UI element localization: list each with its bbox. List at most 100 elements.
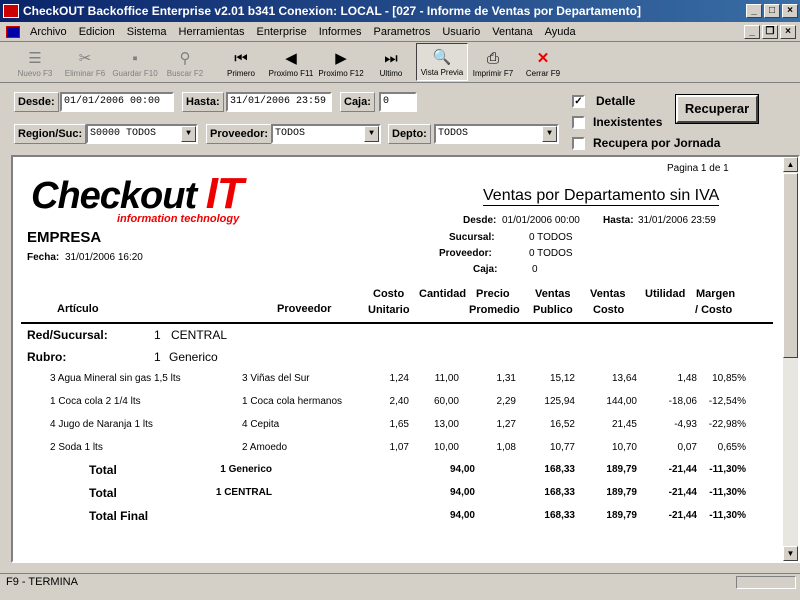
col-margen-2: / Costo — [695, 304, 733, 316]
row-margen: -22,98% — [708, 419, 746, 430]
last-icon: ⏭ — [384, 50, 398, 67]
eliminar-button[interactable]: ✂ Eliminar F6 — [60, 43, 110, 81]
total-vpub: 168,33 — [544, 510, 575, 521]
region-select[interactable]: S0000 TODOS ▼ — [86, 124, 198, 144]
menu-archivo[interactable]: Archivo — [24, 26, 73, 38]
depto-select[interactable]: TODOS ▼ — [434, 124, 559, 144]
group-sucursal-num: 1 — [154, 328, 161, 342]
col-vcos-2: Costo — [593, 304, 625, 316]
primero-button[interactable]: ⏮ Primero — [216, 43, 266, 81]
chevron-down-icon[interactable]: ▼ — [364, 126, 379, 142]
row-proveedor: 1 Coca cola hermanos — [242, 396, 343, 407]
prev-icon: ◀ — [285, 50, 297, 67]
caja-report-label: Caja: — [473, 264, 498, 275]
scroll-thumb[interactable] — [783, 173, 798, 358]
first-icon: ⏮ — [234, 50, 248, 67]
proximo-f12-button[interactable]: ▶ Proximo F12 — [316, 43, 366, 81]
buscar-button[interactable]: ⚲ Buscar F2 — [160, 43, 210, 81]
window-title: CheckOUT Backoffice Enterprise v2.01 b34… — [23, 4, 641, 18]
cerrar-button[interactable]: ✕ Cerrar F9 — [518, 43, 568, 81]
row-vcos: 13,64 — [611, 373, 637, 384]
menu-parametros[interactable]: Parametros — [367, 26, 436, 38]
row-vcos: 10,70 — [611, 442, 637, 453]
recuperar-button[interactable]: Recuperar — [675, 94, 759, 124]
mdi-child-icon[interactable] — [6, 25, 20, 38]
menu-herramientas[interactable]: Herramientas — [173, 26, 251, 38]
chevron-down-icon[interactable]: ▼ — [542, 126, 557, 142]
col-precio-1: Precio — [476, 288, 510, 300]
menu-enterprise[interactable]: Enterprise — [251, 26, 313, 38]
imprimir-button[interactable]: ⎙ Imprimir F7 — [468, 43, 518, 81]
total-margen: -11,30% — [709, 464, 746, 475]
detalle-checkbox[interactable]: ✓ Detalle — [572, 94, 635, 108]
total-label: Total — [89, 463, 117, 477]
nuevo-button[interactable]: ☰ Nuevo F3 — [10, 43, 60, 81]
vertical-scrollbar[interactable]: ▲ ▼ — [783, 157, 798, 561]
new-icon: ☰ — [28, 50, 42, 67]
status-text: F9 - TERMINA — [6, 576, 78, 588]
ultimo-button[interactable]: ⏭ Ultimo — [366, 43, 416, 81]
row-cantidad: 10,00 — [433, 442, 459, 453]
group-sucursal-name: CENTRAL — [171, 328, 228, 342]
row-vcos: 144,00 — [606, 396, 637, 407]
inexistentes-checkbox[interactable]: Inexistentes — [572, 115, 662, 129]
menu-informes[interactable]: Informes — [313, 26, 368, 38]
report-title: Ventas por Departamento sin IVA — [483, 187, 720, 206]
total-margen: -11,30% — [709, 510, 746, 521]
child-restore-button[interactable]: ❐ — [762, 24, 778, 39]
chevron-down-icon[interactable]: ▼ — [181, 126, 196, 142]
preview-icon: 🔍 — [432, 49, 452, 66]
total-vcos: 189,79 — [606, 487, 637, 498]
fecha-value: 31/01/2006 16:20 — [65, 252, 143, 263]
caja-input[interactable]: 0 — [379, 92, 417, 112]
hasta-report-value: 31/01/2006 23:59 — [638, 215, 716, 226]
row-vpub: 125,94 — [544, 396, 575, 407]
hasta-input[interactable]: 31/01/2006 23:59 — [226, 92, 332, 112]
row-articulo: 2 Soda 1 lts — [50, 442, 103, 453]
child-close-button[interactable]: × — [780, 24, 796, 39]
total-name: 1 Generico — [220, 464, 272, 475]
menu-sistema[interactable]: Sistema — [121, 26, 173, 38]
empresa-name: EMPRESA — [27, 229, 102, 246]
col-proveedor: Proveedor — [277, 303, 332, 315]
row-margen: -12,54% — [708, 396, 746, 407]
sucursal-report-label: Sucursal: — [449, 232, 495, 243]
minimize-button[interactable]: _ — [746, 4, 762, 18]
menu-usuario[interactable]: Usuario — [436, 26, 486, 38]
fecha-label: Fecha: — [27, 252, 60, 263]
proveedor-report-value: 0 TODOS — [529, 248, 573, 259]
row-cantidad: 60,00 — [433, 396, 459, 407]
proveedor-label: Proveedor: — [206, 124, 273, 144]
total-vpub: 168,33 — [544, 464, 575, 475]
search-icon: ⚲ — [179, 50, 191, 67]
maximize-button[interactable]: □ — [764, 4, 780, 18]
row-margen: 10,85% — [712, 373, 746, 384]
check-icon[interactable]: ✓ — [572, 94, 585, 108]
desde-input[interactable]: 01/01/2006 00:00 — [60, 92, 174, 112]
report-page: Pagina 1 de 1 Checkout IT information te… — [13, 157, 785, 561]
col-vcos-1: Ventas — [590, 288, 626, 300]
proveedor-select[interactable]: TODOS ▼ — [271, 124, 381, 144]
menu-bar: Archivo Edicion Sistema Herramientas Ent… — [0, 22, 800, 42]
menu-ayuda[interactable]: Ayuda — [539, 26, 582, 38]
row-proveedor: 3 Viñas del Sur — [242, 373, 310, 384]
proximo-f11-button[interactable]: ◀ Proximo F11 — [266, 43, 316, 81]
row-cantidad: 11,00 — [434, 373, 459, 384]
report-preview[interactable]: Pagina 1 de 1 Checkout IT information te… — [11, 155, 800, 563]
row-vpub: 16,52 — [549, 419, 575, 430]
recupera-jornada-checkbox[interactable]: Recupera por Jornada — [572, 136, 720, 150]
row-precio: 2,29 — [496, 396, 516, 407]
guardar-button[interactable]: ▪ Guardar F10 — [110, 43, 160, 81]
close-x-icon: ✕ — [536, 50, 550, 67]
menu-ventana[interactable]: Ventana — [486, 26, 538, 38]
desde-report-label: Desde: — [463, 215, 497, 226]
scroll-up-icon[interactable]: ▲ — [783, 157, 798, 172]
close-button[interactable]: × — [782, 4, 798, 18]
vista-previa-button[interactable]: 🔍 Vista Previa — [416, 43, 468, 81]
menu-edicion[interactable]: Edicion — [73, 26, 121, 38]
toolbar: ☰ Nuevo F3 ✂ Eliminar F6 ▪ Guardar F10 ⚲ Bus… — [0, 43, 800, 83]
total-cantidad: 94,00 — [449, 510, 475, 521]
child-minimize-button[interactable]: _ — [744, 24, 760, 39]
scroll-down-icon[interactable]: ▼ — [783, 546, 798, 561]
title-bar: CheckOUT Backoffice Enterprise v2.01 b34… — [0, 0, 800, 22]
